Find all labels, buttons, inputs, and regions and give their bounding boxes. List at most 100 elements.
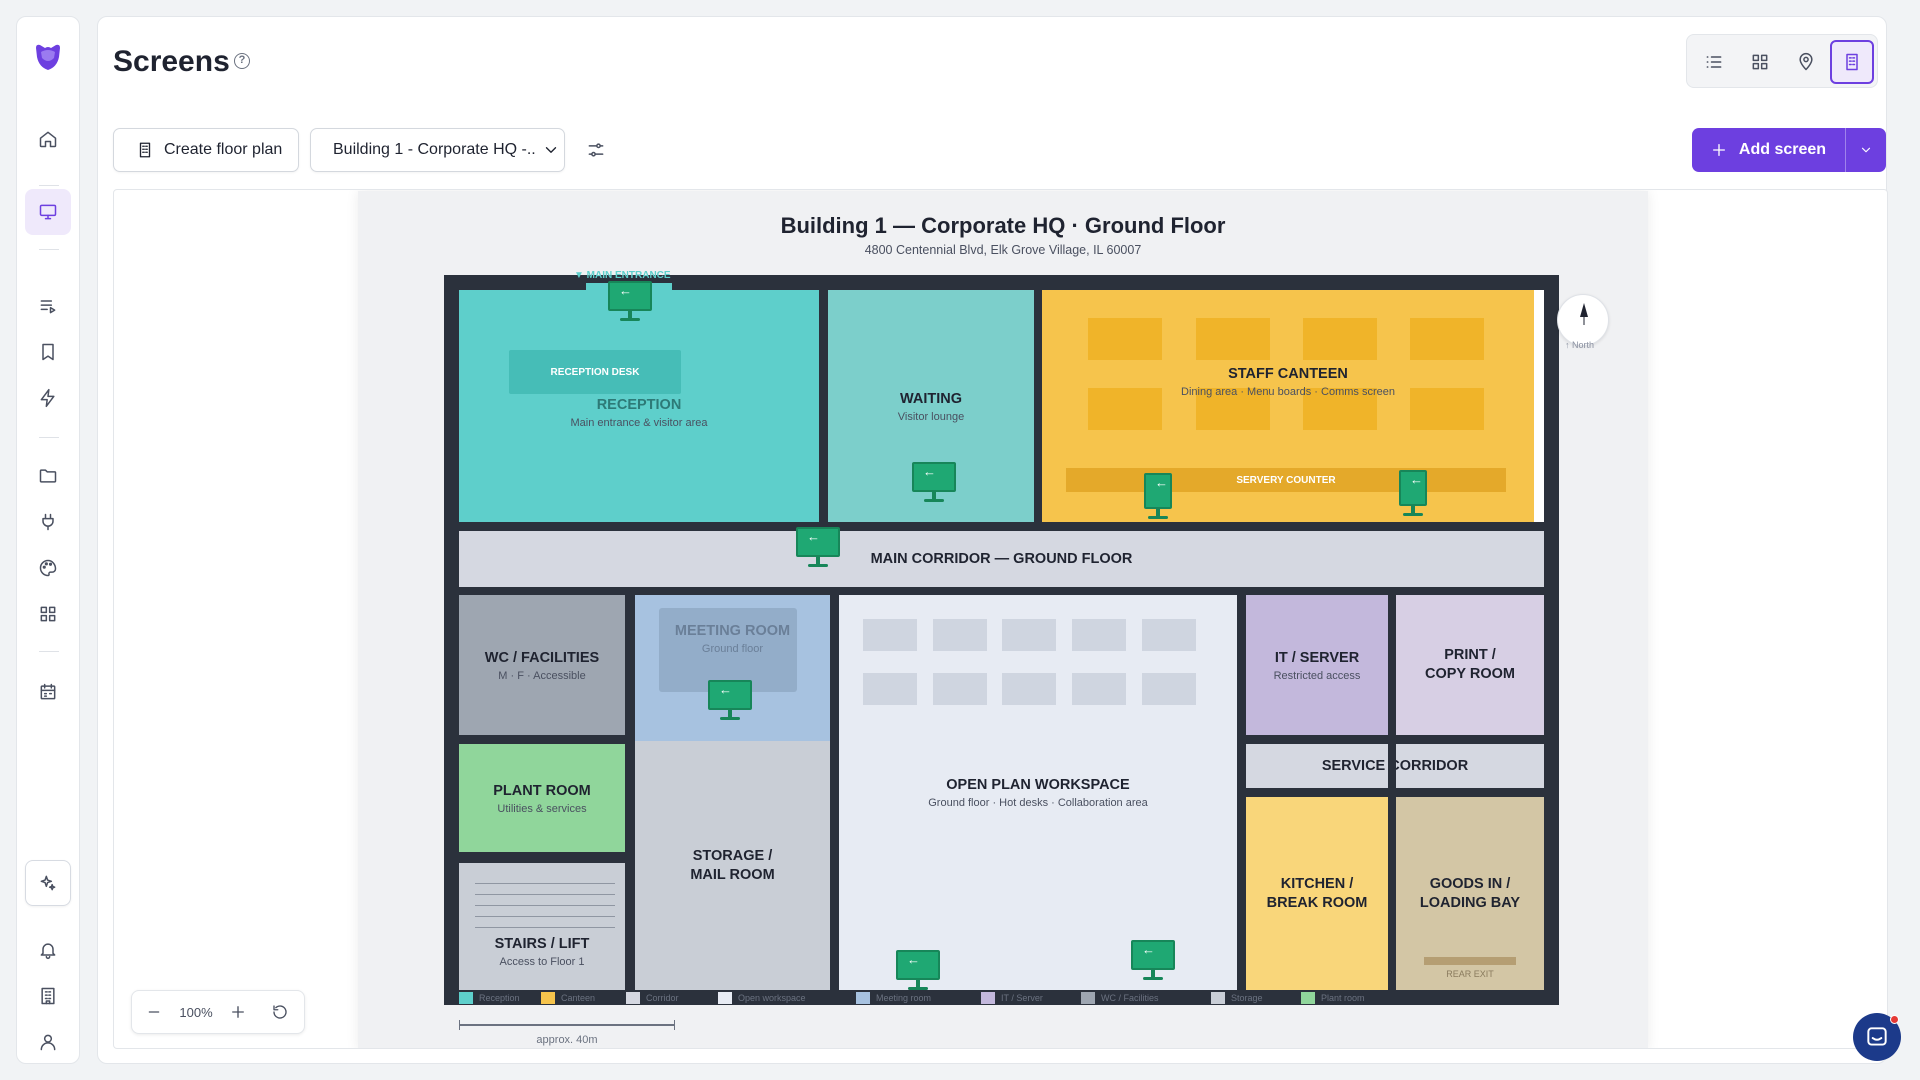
- legend-label: Reception: [479, 993, 520, 1003]
- legend-item: Plant room: [1301, 992, 1365, 1004]
- chat-icon: [1867, 1027, 1887, 1046]
- legend-swatch: [626, 992, 640, 1004]
- building-select[interactable]: Building 1 - Corporate HQ -..: [310, 128, 565, 172]
- room-sub: Access to Floor 1: [499, 956, 585, 968]
- screen-marker[interactable]: [1399, 470, 1443, 516]
- calendar-icon[interactable]: [25, 669, 71, 715]
- filter-sliders-icon[interactable]: [583, 137, 609, 163]
- sidebar: [16, 16, 80, 1064]
- ai-sparkle-icon[interactable]: [25, 860, 71, 906]
- building-icon: [139, 142, 151, 158]
- legend-label: Open workspace: [738, 993, 806, 1003]
- room-sub: Restricted access: [1273, 669, 1361, 682]
- room-sub: Visitor lounge: [897, 410, 965, 423]
- room-sub: M · F · Accessible: [498, 669, 586, 682]
- room-it-server[interactable]: IT / SERVER Restricted access: [1246, 595, 1388, 735]
- legend-label: Canteen: [561, 993, 596, 1003]
- grid-view-icon[interactable]: [1738, 40, 1782, 84]
- map-pin-icon[interactable]: [1784, 40, 1828, 84]
- rear-exit-label: REAR EXIT: [1446, 969, 1494, 979]
- notification-dot: [1890, 1015, 1899, 1024]
- room-name: RECEPTION: [596, 396, 682, 413]
- chat-button[interactable]: [1853, 1013, 1901, 1061]
- floor-plan-address: 4800 Centennial Blvd, Elk Grove Village,…: [864, 243, 1142, 257]
- room-reception[interactable]: RECEPTION DESK RECEPTION Main entrance &…: [459, 290, 819, 522]
- screen-marker[interactable]: [608, 281, 652, 321]
- apps-icon[interactable]: [25, 591, 71, 637]
- room-main-corridor[interactable]: MAIN CORRIDOR — GROUND FLOOR: [459, 531, 1544, 587]
- room-sub: Dining area · Menu boards · Comms screen: [1181, 385, 1395, 398]
- screen-marker[interactable]: [912, 462, 956, 502]
- reset-icon: [273, 1005, 287, 1019]
- zoom-out-button[interactable]: [132, 1004, 176, 1020]
- lightning-icon[interactable]: [25, 375, 71, 421]
- monitor-icon[interactable]: [25, 189, 71, 235]
- legend-swatch: [981, 992, 995, 1004]
- plug-icon[interactable]: [25, 499, 71, 545]
- room-storage[interactable]: STORAGE / MAIL ROOM: [635, 741, 830, 990]
- room-name: OPEN PLAN WORKSPACE: [946, 777, 1130, 793]
- room-plant[interactable]: PLANT ROOM Utilities & services: [459, 744, 625, 852]
- legend-item: IT / Server: [981, 992, 1043, 1004]
- palette-icon[interactable]: [25, 545, 71, 591]
- screen-marker[interactable]: [708, 680, 752, 720]
- add-screen-button[interactable]: Add screen: [1692, 128, 1886, 172]
- room-canteen[interactable]: STAFF CANTEEN Dining area · Menu boards …: [1042, 290, 1534, 522]
- screen-marker[interactable]: [896, 950, 940, 990]
- room-name: KITCHEN / BREAK ROOM: [1266, 875, 1368, 911]
- question-circle-icon[interactable]: ?: [234, 53, 250, 69]
- floor-plan-canvas[interactable]: Building 1 — Corporate HQ · Ground Floor…: [113, 189, 1888, 1049]
- room-sub: Utilities & services: [497, 802, 587, 815]
- folder-icon[interactable]: [25, 453, 71, 499]
- app-logo[interactable]: [31, 39, 65, 73]
- list-view-icon[interactable]: [1692, 40, 1736, 84]
- legend-item: Canteen: [541, 992, 595, 1004]
- legend-label: Plant room: [1321, 993, 1365, 1003]
- legend-label: Corridor: [646, 993, 679, 1003]
- room-workspace[interactable]: OPEN PLAN WORKSPACE Ground floor · Hot d…: [839, 595, 1237, 990]
- legend-swatch: [541, 992, 555, 1004]
- room-name: PRINT / COPY ROOM: [1425, 647, 1515, 682]
- room-kitchen[interactable]: KITCHEN / BREAK ROOM: [1246, 797, 1388, 990]
- user-icon[interactable]: [25, 1019, 71, 1065]
- home-icon[interactable]: [25, 116, 71, 162]
- playlist-icon[interactable]: [25, 283, 71, 329]
- add-screen-label: Add screen: [1738, 141, 1827, 158]
- screen-marker[interactable]: [1131, 940, 1175, 980]
- create-floor-plan-button[interactable]: Create floor plan: [113, 128, 299, 172]
- bookmark-icon[interactable]: [25, 329, 71, 375]
- legend-label: WC / Facilities: [1101, 993, 1159, 1003]
- room-name: WC / FACILITIES: [484, 649, 600, 666]
- room-name: IT / SERVER: [1274, 649, 1360, 666]
- room-stairs[interactable]: STAIRS / LIFT Access to Floor 1: [459, 863, 625, 990]
- plus-icon: [232, 1006, 244, 1018]
- room-name: STORAGE / MAIL ROOM: [690, 847, 775, 883]
- reset-zoom-button[interactable]: [260, 1003, 300, 1021]
- screen-marker[interactable]: [796, 527, 840, 567]
- legend: Reception Canteen Corridor Open workspace Me…: [459, 992, 1544, 1005]
- minus-icon: [148, 1011, 160, 1013]
- legend-swatch: [459, 992, 473, 1004]
- legend-label: IT / Server: [1001, 993, 1043, 1003]
- main-panel: Screens ? Create floor plan Building 1 -…: [97, 16, 1888, 1064]
- building-select-value: Building 1 - Corporate HQ -..: [333, 141, 536, 158]
- compass-label: ↑ North: [1565, 340, 1595, 350]
- room-sub: Ground floor · Hot desks · Collaboration…: [928, 797, 1148, 809]
- building-icon[interactable]: [25, 973, 71, 1019]
- floor-plan-view-icon[interactable]: [1830, 40, 1874, 84]
- bell-icon[interactable]: [25, 927, 71, 973]
- screen-marker[interactable]: [1144, 473, 1188, 519]
- room-goods-in[interactable]: GOODS IN / LOADING BAY REAR EXIT: [1396, 797, 1544, 990]
- canteen-window: [1534, 290, 1544, 522]
- legend-swatch: [1211, 992, 1225, 1004]
- legend-item: Corridor: [626, 992, 679, 1004]
- room-wc[interactable]: WC / FACILITIES M · F · Accessible: [459, 595, 625, 735]
- legend-label: Meeting room: [876, 993, 932, 1003]
- room-print[interactable]: PRINT / COPY ROOM: [1396, 595, 1544, 735]
- add-screen-dropdown[interactable]: [1846, 128, 1886, 172]
- floor-plan-sheet: Building 1 — Corporate HQ · Ground Floor…: [358, 191, 1648, 1048]
- view-switcher: [1686, 34, 1878, 88]
- zoom-in-button[interactable]: [216, 1003, 260, 1021]
- chevron-down-icon: [545, 147, 556, 153]
- plus-icon: [1712, 144, 1725, 156]
